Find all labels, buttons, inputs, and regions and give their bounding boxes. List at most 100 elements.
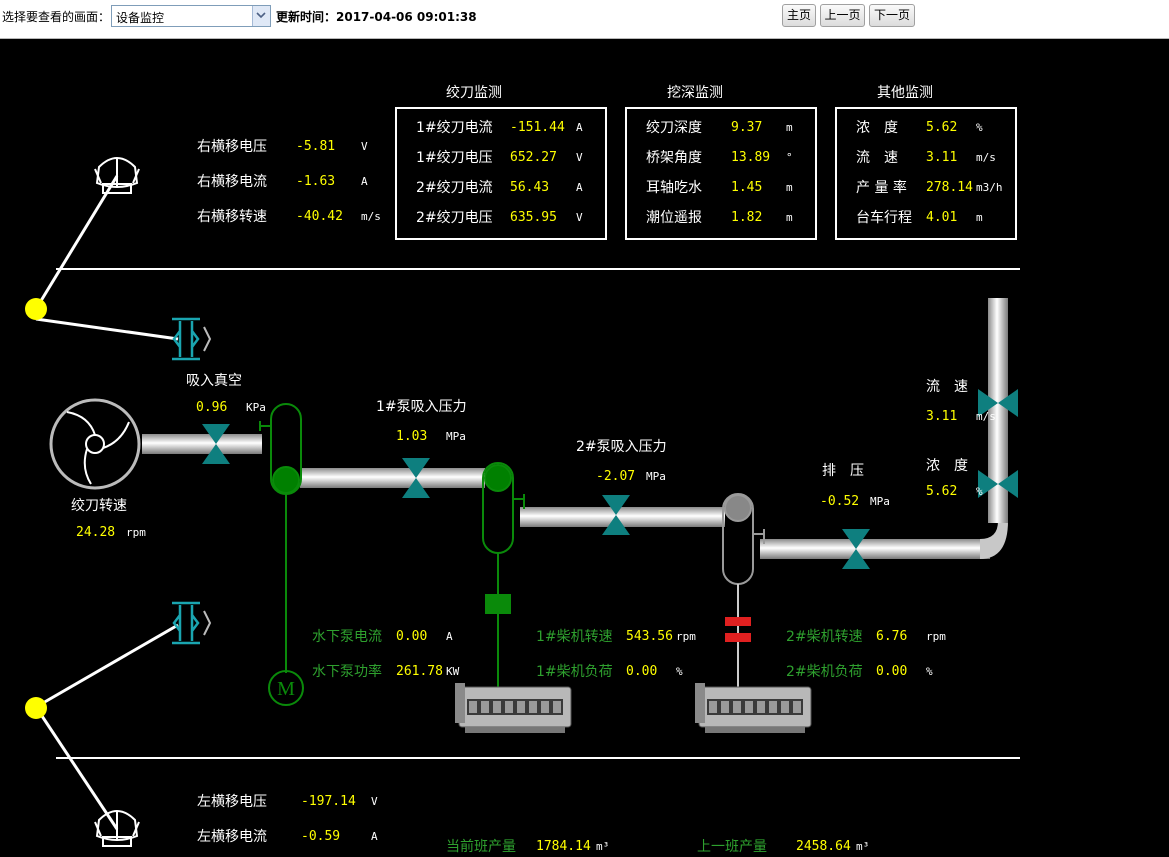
discharge-value: -0.52 <box>820 494 860 509</box>
left-traverse-current-value: -0.59 <box>301 829 341 844</box>
diesel1-load-label: 1#柴机负荷 <box>536 664 613 680</box>
underwater-pump-power-label: 水下泵功率 <box>312 664 382 680</box>
dredge-row-label: 桥架角度 <box>646 150 702 166</box>
dredge-row-label: 绞刀深度 <box>646 120 702 136</box>
swing-rope-top <box>25 175 179 341</box>
cutter-row-unit: V <box>576 151 583 164</box>
current-shift-value: 1784.14 <box>536 839 591 854</box>
current-shift-unit: m³ <box>596 840 610 853</box>
last-shift-label: 上一班产量 <box>697 839 767 855</box>
cutter-row-value: -151.44 <box>510 120 565 135</box>
other-panel: 浓 度 5.62 % 流 速 3.11 m/s 产 量 率 278.14 m3/… <box>835 107 1017 240</box>
suction-vacuum-label: 吸入真空 <box>186 373 242 389</box>
diesel2-speed-label: 2#柴机转速 <box>786 629 863 645</box>
diesel1-load-unit: % <box>676 665 683 678</box>
other-row-value: 278.14 <box>926 180 973 195</box>
cutter-head-icon <box>49 398 141 490</box>
pipe <box>760 539 990 559</box>
update-time: 更新时间：2017-04-06 09:01:38 <box>276 10 477 24</box>
dredge-row-value: 1.82 <box>731 210 763 225</box>
screen-select[interactable]: 设备监控 <box>111 5 271 27</box>
pump1-suction-value: 1.03 <box>396 429 428 444</box>
cutter-panel: 1#绞刀电流 -151.44 A 1#绞刀电压 652.27 V 2#绞刀电流 … <box>395 107 607 240</box>
other-panel-title: 其他监测 <box>877 85 933 101</box>
cutter-row-label: 1#绞刀电压 <box>416 150 493 166</box>
right-traverse-speed-label: 右横移转速 <box>197 209 267 225</box>
diesel2-speed-value: 6.76 <box>876 629 908 644</box>
next-page-button[interactable]: 下一页 <box>869 4 915 27</box>
cutter-row-value: 652.27 <box>510 150 557 165</box>
last-shift-value: 2458.64 <box>796 839 851 854</box>
chevron-down-icon[interactable] <box>252 6 270 26</box>
home-button[interactable]: 主页 <box>782 4 816 27</box>
pump2-icon <box>722 493 765 687</box>
toolbar: 选择要查看的画面： 设备监控 更新时间：2017-04-06 09:01:38 … <box>0 0 1169 39</box>
left-traverse-current-unit: A <box>371 830 378 843</box>
discharge-unit: MPa <box>870 495 890 508</box>
swing-rope-bottom <box>25 623 179 830</box>
dredge-row-value: 13.89 <box>731 150 771 165</box>
other-row-unit: m <box>976 211 983 224</box>
dredge-row-value: 9.37 <box>731 120 763 135</box>
cutter-row-unit: A <box>576 121 583 134</box>
diesel1-speed-unit: rpm <box>676 630 696 643</box>
dredge-panel: 绞刀深度 9.37 m 桥架角度 13.89 ° 耳轴吃水 1.45 m 潮位遥… <box>625 107 817 240</box>
flow-speed-unit: m/s <box>976 410 996 423</box>
pump2-suction-unit: MPa <box>646 470 666 483</box>
other-row-unit: % <box>976 121 983 134</box>
monitor-stage: M 右横移电压 -5.81 V 右横移电流 -1.63 A 右横移转速 -40.… <box>0 39 1169 857</box>
other-row-unit: m/s <box>976 151 996 164</box>
pump2-suction-value: -2.07 <box>596 469 636 484</box>
other-row-label: 浓 度 <box>856 120 898 136</box>
discharge-label: 排 压 <box>822 463 864 479</box>
cutter-speed-label: 绞刀转速 <box>71 498 127 514</box>
other-row-value: 3.11 <box>926 150 958 165</box>
dredge-panel-title: 挖深监测 <box>667 85 723 101</box>
cutter-row-label: 1#绞刀电流 <box>416 120 493 136</box>
dredge-row-label: 潮位遥报 <box>646 210 702 226</box>
pump2-suction-label: 2#泵吸入压力 <box>576 439 667 455</box>
cutter-speed-value: 24.28 <box>76 525 116 540</box>
dredge-row-value: 1.45 <box>731 180 763 195</box>
current-shift-label: 当前班产量 <box>446 839 516 855</box>
coupling-indicator <box>725 633 751 642</box>
cutter-row-label: 2#绞刀电流 <box>416 180 493 196</box>
dredge-row-unit: m <box>786 121 793 134</box>
underwater-pump-power-value: 261.78 <box>396 664 443 679</box>
pipe <box>142 434 262 454</box>
underwater-pump-current-label: 水下泵电流 <box>312 629 382 645</box>
anchor-winch-icon <box>94 810 140 847</box>
right-traverse-current-value: -1.63 <box>296 174 336 189</box>
left-traverse-voltage-value: -197.14 <box>301 794 356 809</box>
pipe <box>300 468 485 488</box>
prev-page-button[interactable]: 上一页 <box>820 4 865 27</box>
diesel2-load-label: 2#柴机负荷 <box>786 664 863 680</box>
left-traverse-voltage-unit: V <box>371 795 378 808</box>
left-traverse-voltage-label: 左横移电压 <box>197 794 267 810</box>
right-traverse-voltage-unit: V <box>361 140 368 153</box>
right-traverse-voltage-value: -5.81 <box>296 139 336 154</box>
diesel2-load-value: 0.00 <box>876 664 908 679</box>
left-traverse-current-label: 左横移电流 <box>197 829 267 845</box>
underwater-pump-current-value: 0.00 <box>396 629 428 644</box>
pipe <box>520 507 725 527</box>
other-row-label: 台车行程 <box>856 210 912 226</box>
coupling-indicator <box>725 617 751 626</box>
other-row-unit: m3/h <box>976 181 1003 194</box>
cutter-row-value: 635.95 <box>510 210 557 225</box>
diesel2-load-unit: % <box>926 665 933 678</box>
underwater-pump-power-unit: KW <box>446 665 460 678</box>
cutter-row-label: 2#绞刀电压 <box>416 210 493 226</box>
cutter-row-unit: A <box>576 181 583 194</box>
pulley-icon <box>172 601 212 645</box>
other-row-label: 流 速 <box>856 150 898 166</box>
anchor-winch-icon <box>94 157 140 194</box>
flow-speed-label: 流 速 <box>926 379 968 395</box>
underwater-pump-current-unit: A <box>446 630 453 643</box>
dredge-row-unit: m <box>786 181 793 194</box>
cutter-speed-unit: rpm <box>126 526 146 539</box>
right-traverse-speed-unit: m/s <box>361 210 381 223</box>
pump1-suction-unit: MPa <box>446 430 466 443</box>
right-traverse-current-unit: A <box>361 175 368 188</box>
other-row-value: 5.62 <box>926 120 958 135</box>
